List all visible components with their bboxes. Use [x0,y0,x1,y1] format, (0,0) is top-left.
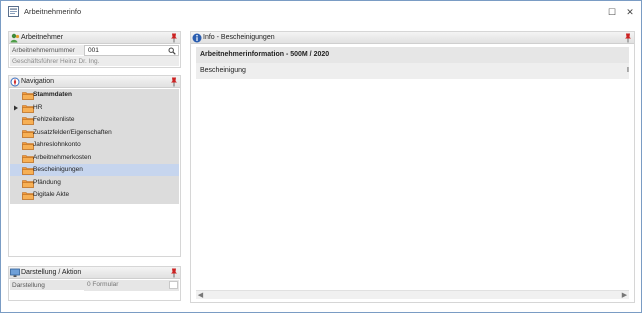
display-value: 0 Formular [87,281,119,288]
display-panel-header: Darstellung / Aktion [9,267,180,279]
certificate-row-label: Bescheinigung [200,67,246,74]
expand-arrow-icon[interactable] [13,105,19,111]
section-title: Arbeitnehmerinformation - 500M / 2020 [200,51,330,58]
pin-icon[interactable] [170,77,178,87]
nav-item-label: Pfändung [33,178,61,186]
employee-name: Geschäftsführer Heinz Dr. Ing. [12,58,100,65]
app-window: Arbeitnehmerinfo ☐ ✕ Arbeitnehmer Arbeit… [0,0,642,313]
nav-item-label: Arbeitnehmerkosten [33,153,92,161]
info-content: Arbeitnehmerinformation - 500M / 2020 Be… [192,45,633,301]
close-button[interactable]: ✕ [622,4,638,20]
info-panel-header: Info - Bescheinigungen [191,32,634,44]
nav-item[interactable]: Fehlzeitenliste [10,114,179,126]
nav-item[interactable]: HR [10,102,179,114]
navigation-list: Stammdaten HR Fehlzeitenliste Zusatzfelder/… [10,89,179,204]
nav-item-label: Stammdaten [33,91,73,98]
info-icon [192,33,202,43]
nav-item-label: Digitale Akte [33,191,70,198]
scroll-left-arrow-icon[interactable]: ◀ [196,291,205,300]
nav-item-label: Zusatzfelder/Eigenschaften [33,128,112,136]
nav-item[interactable]: Stammdaten [10,89,179,101]
window-title: Arbeitnehmerinfo [24,7,82,16]
search-icon[interactable] [168,47,176,55]
nav-item[interactable]: Jahreslohnkonto [10,139,179,151]
maximize-button[interactable]: ☐ [604,4,620,20]
nav-item[interactable]: Bescheinigungen [10,164,179,176]
info-panel-title: Info - Bescheinigungen [203,34,275,41]
app-icon [8,6,19,17]
navigation-icon [10,77,20,87]
navigation-panel-header: Navigation [9,76,180,88]
display-select[interactable]: 0 Formular [84,280,179,291]
nav-item[interactable]: Arbeitnehmerkosten [10,152,179,164]
nav-item-label: Bescheinigungen [33,166,83,173]
employee-panel-header: Arbeitnehmer [9,32,180,44]
employee-number-label: Arbeitnehmernummer [12,47,75,54]
nav-item-label: Jahreslohnkonto [33,141,81,148]
employee-panel: Arbeitnehmer Arbeitnehmernummer 001 Gesc… [8,31,181,68]
horizontal-scrollbar[interactable]: ◀ ▶ [196,290,629,299]
display-row: Darstellung 0 Formular [10,280,179,291]
nav-item[interactable]: Digitale Akte [10,189,179,201]
nav-item-label: HR [33,103,43,111]
employee-name-row: Geschäftsführer Heinz Dr. Ing. [10,56,179,67]
employee-number-input[interactable]: 001 [84,45,179,56]
section-header: Arbeitnehmerinformation - 500M / 2020 [196,47,629,63]
employee-panel-title: Arbeitnehmer [21,34,64,41]
certificate-row[interactable]: Bescheinigung I [196,63,629,79]
nav-item[interactable]: Pfändung [10,177,179,189]
title-bar: Arbeitnehmerinfo ☐ ✕ [1,1,641,23]
employee-icon [10,33,20,43]
employee-number-value: 001 [88,47,99,54]
employee-number-row: Arbeitnehmernummer 001 [10,45,179,56]
nav-item[interactable]: Zusatzfelder/Eigenschaften [10,127,179,139]
monitor-icon [10,268,20,277]
pin-icon[interactable] [624,33,632,43]
display-panel: Darstellung / Aktion Darstellung 0 Formu… [8,266,181,301]
display-label: Darstellung [12,282,45,289]
pin-icon[interactable] [170,33,178,43]
scroll-right-arrow-icon[interactable]: ▶ [620,291,629,300]
nav-item-label: Fehlzeitenliste [33,116,75,123]
display-panel-title: Darstellung / Aktion [21,269,82,276]
navigation-panel-title: Navigation [21,78,55,85]
info-panel: Info - Bescheinigungen Arbeitnehmerinfor… [190,31,635,303]
navigation-panel: Navigation Stammdaten HR Fehlzeitenliste Zu… [8,75,181,257]
pin-icon[interactable] [170,268,178,278]
certificate-row-edge: I [627,67,629,74]
display-dropdown-box[interactable] [169,281,178,289]
